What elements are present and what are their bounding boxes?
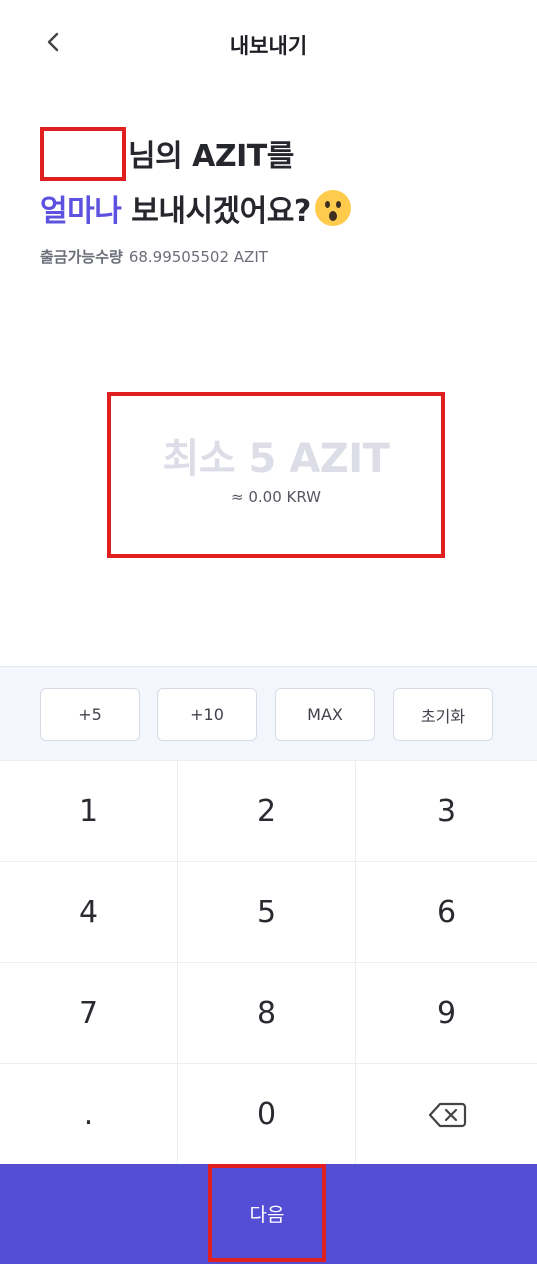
- quick-plus-5-button[interactable]: +5: [40, 688, 140, 741]
- key-1[interactable]: 1: [0, 761, 178, 862]
- header: 내보내기: [0, 0, 537, 86]
- quick-amount-bar: +5 +10 MAX 초기화: [0, 666, 537, 760]
- key-9[interactable]: 9: [356, 963, 537, 1064]
- prompt-line2-text: 보내시겠어요?: [121, 193, 311, 229]
- amount-fiat-value: ≈ 0.00 KRW: [231, 488, 321, 506]
- amount-placeholder: 최소 5 AZIT: [162, 436, 390, 482]
- key-5[interactable]: 5: [178, 862, 356, 963]
- hushed-face-icon: [314, 190, 351, 226]
- next-button[interactable]: 다음: [208, 1164, 326, 1262]
- prompt-line-2: 얼마나 보내시겠어요?: [40, 185, 351, 239]
- quick-reset-button[interactable]: 초기화: [393, 688, 493, 741]
- send-prompt: 님의 AZIT를 얼마나 보내시겠어요?: [40, 126, 351, 239]
- key-4[interactable]: 4: [0, 862, 178, 963]
- key-decimal[interactable]: .: [0, 1064, 178, 1165]
- prompt-accent-text: 얼마나: [40, 193, 122, 229]
- backspace-icon: [428, 1102, 466, 1127]
- key-6[interactable]: 6: [356, 862, 537, 963]
- quick-max-button[interactable]: MAX: [275, 688, 375, 741]
- page-title: 내보내기: [229, 34, 308, 58]
- available-label: 출금가능수량: [40, 248, 123, 266]
- quick-plus-10-button[interactable]: +10: [157, 688, 257, 741]
- key-7[interactable]: 7: [0, 963, 178, 1064]
- backspace-button[interactable]: [356, 1064, 537, 1165]
- prompt-line1-text: 님의 AZIT를: [128, 139, 294, 174]
- key-8[interactable]: 8: [178, 963, 356, 1064]
- available-balance: 출금가능수량 68.99505502 AZIT: [40, 246, 268, 267]
- key-3[interactable]: 3: [356, 761, 537, 862]
- key-0[interactable]: 0: [178, 1064, 356, 1165]
- next-bar: 다음: [0, 1164, 537, 1264]
- prompt-line-1: 님의 AZIT를: [40, 126, 351, 185]
- recipient-name-redacted: [40, 126, 126, 181]
- available-value: 68.99505502 AZIT: [128, 248, 268, 266]
- amount-display[interactable]: 최소 5 AZIT ≈ 0.00 KRW: [107, 392, 445, 558]
- key-2[interactable]: 2: [178, 761, 356, 862]
- number-keypad: 1 2 3 4 5 6 7 8 9 . 0: [0, 760, 537, 1165]
